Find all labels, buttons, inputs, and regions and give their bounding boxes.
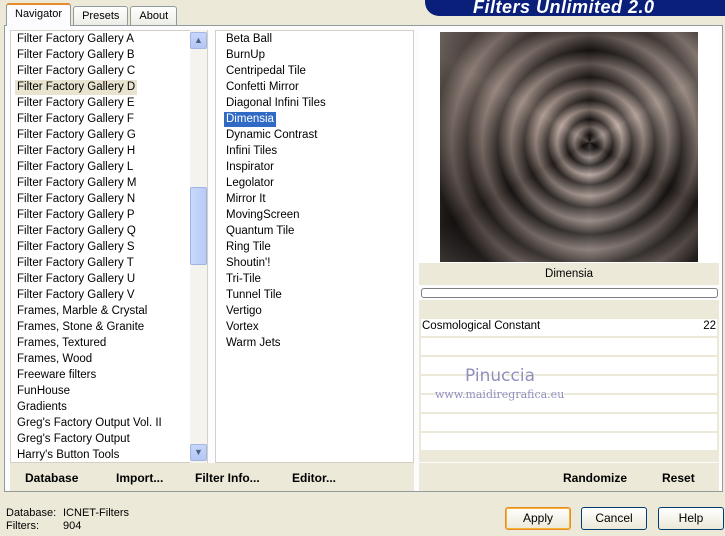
category-item[interactable]: Greg's Factory Output Vol. II	[15, 416, 164, 431]
filter-item[interactable]: Tri-Tile	[224, 272, 263, 287]
scroll-down-icon[interactable]: ▼	[190, 444, 207, 461]
category-item[interactable]: Filter Factory Gallery E	[15, 96, 137, 111]
navigator-toolbar: Database Import... Filter Info... Editor…	[10, 463, 414, 491]
progress-bar	[421, 288, 718, 298]
filter-info-button[interactable]: Filter Info...	[195, 471, 260, 485]
watermark-url: www.maidiregrafica.eu	[435, 388, 565, 401]
category-item[interactable]: Filter Factory Gallery A	[15, 32, 136, 47]
category-scrollbar[interactable]: ▲ ▼	[190, 30, 207, 463]
category-item[interactable]: Filter Factory Gallery S	[15, 240, 137, 255]
import-button[interactable]: Import...	[116, 471, 163, 485]
database-label: Database:	[6, 507, 57, 519]
tab-about[interactable]: About	[130, 6, 178, 26]
filters-label: Filters:	[6, 520, 39, 532]
filter-item[interactable]: Mirror It	[224, 192, 268, 207]
filter-item[interactable]: Vortex	[224, 320, 261, 335]
category-item[interactable]: Frames, Textured	[15, 336, 108, 351]
filter-item[interactable]: Diagonal Infini Tiles	[224, 96, 328, 111]
filter-item[interactable]: BurnUp	[224, 48, 267, 63]
param-row-empty	[421, 414, 717, 431]
filters-value: 904	[63, 520, 82, 532]
filter-item[interactable]: Dimensia	[224, 112, 276, 127]
preview-toolbar: Randomize Reset	[419, 463, 719, 491]
filter-item[interactable]: Inspirator	[224, 160, 276, 175]
category-item[interactable]: Greg's Factory Output	[15, 432, 132, 447]
filter-item[interactable]: MovingScreen	[224, 208, 302, 223]
filter-item[interactable]: Warm Jets	[224, 336, 283, 351]
tab-navigator[interactable]: Navigator	[6, 3, 72, 26]
category-item[interactable]: Filter Factory Gallery D	[15, 80, 138, 95]
category-item[interactable]: Frames, Stone & Granite	[15, 320, 146, 335]
param-value: 22	[703, 320, 716, 332]
filter-item[interactable]: Legolator	[224, 176, 276, 191]
filter-list[interactable]: Beta Ball BurnUp Centripedal Tile Confetti …	[215, 30, 414, 463]
filter-item[interactable]: Infini Tiles	[224, 144, 279, 159]
scroll-thumb[interactable]	[190, 187, 207, 265]
randomize-button[interactable]: Randomize	[563, 471, 627, 485]
category-item[interactable]: Harry's Button Tools	[15, 448, 121, 462]
filter-item[interactable]: Centripedal Tile	[224, 64, 308, 79]
filter-item[interactable]: Tunnel Tile	[224, 288, 284, 303]
param-row[interactable]: Cosmological Constant 22	[421, 319, 717, 336]
scroll-up-icon[interactable]: ▲	[190, 32, 207, 49]
tab-presets[interactable]: Presets	[73, 6, 129, 26]
filter-item[interactable]: Dynamic Contrast	[224, 128, 319, 143]
param-row-empty	[421, 433, 717, 450]
title-banner: Filters Unlimited 2.0	[425, 0, 725, 16]
category-item[interactable]: Filter Factory Gallery Q	[15, 224, 138, 239]
cancel-button[interactable]: Cancel	[581, 507, 647, 530]
category-item[interactable]: Frames, Wood	[15, 352, 94, 367]
database-button[interactable]: Database	[25, 471, 78, 485]
preview-filter-name: Dimensia	[419, 263, 719, 285]
param-name: Cosmological Constant	[422, 320, 541, 332]
category-item[interactable]: Filter Factory Gallery N	[15, 192, 137, 207]
category-item[interactable]: Filter Factory Gallery U	[15, 272, 137, 287]
status-filters: Filters: 904	[6, 520, 81, 532]
app-title: Filters Unlimited 2.0	[473, 0, 655, 16]
editor-button[interactable]: Editor...	[292, 471, 336, 485]
param-row-empty	[421, 338, 717, 355]
status-database: Database: ICNET-Filters	[6, 507, 129, 519]
category-item[interactable]: Filter Factory Gallery C	[15, 64, 137, 79]
database-value: ICNET-Filters	[63, 507, 129, 519]
category-list[interactable]: Filter Factory Gallery A Filter Factory G…	[10, 30, 208, 463]
category-item[interactable]: Gradients	[15, 400, 69, 415]
preview-area	[419, 30, 719, 263]
category-item[interactable]: Filter Factory Gallery B	[15, 48, 137, 63]
category-item[interactable]: Filter Factory Gallery T	[15, 256, 136, 271]
category-item[interactable]: Filter Factory Gallery G	[15, 128, 138, 143]
filter-item[interactable]: Shoutin'!	[224, 256, 272, 271]
filter-item[interactable]: Beta Ball	[224, 32, 274, 47]
apply-button[interactable]: Apply	[505, 507, 571, 530]
preview-image	[440, 32, 698, 262]
category-item[interactable]: FunHouse	[15, 384, 72, 399]
category-item[interactable]: Freeware filters	[15, 368, 98, 383]
category-item[interactable]: Filter Factory Gallery M	[15, 176, 139, 191]
filter-item[interactable]: Quantum Tile	[224, 224, 296, 239]
category-item[interactable]: Filter Factory Gallery P	[15, 208, 137, 223]
reset-button[interactable]: Reset	[662, 471, 695, 485]
category-item[interactable]: Filter Factory Gallery L	[15, 160, 135, 175]
category-item[interactable]: Filter Factory Gallery V	[15, 288, 137, 303]
filter-item[interactable]: Vertigo	[224, 304, 264, 319]
watermark-name: Pinuccia	[465, 366, 535, 386]
filter-item[interactable]: Ring Tile	[224, 240, 273, 255]
help-button[interactable]: Help	[658, 507, 724, 530]
tab-bar: Navigator Presets About	[6, 3, 179, 26]
category-item[interactable]: Filter Factory Gallery H	[15, 144, 137, 159]
category-item[interactable]: Frames, Marble & Crystal	[15, 304, 149, 319]
category-item[interactable]: Filter Factory Gallery F	[15, 112, 136, 127]
filter-item[interactable]: Confetti Mirror	[224, 80, 301, 95]
parameter-panel: Cosmological Constant 22	[419, 300, 719, 462]
